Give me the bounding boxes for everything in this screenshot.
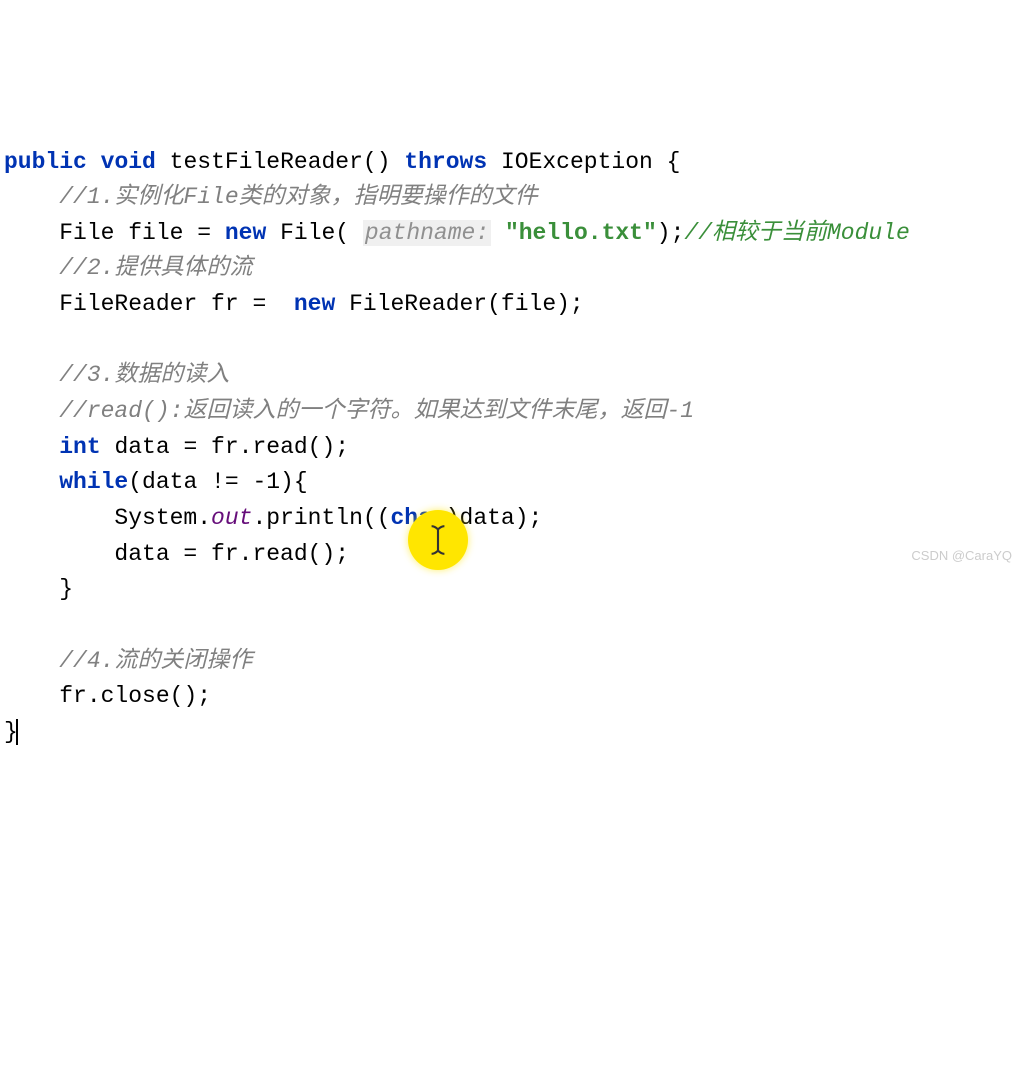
code-editor[interactable]: public void testFileReader() throws IOEx…	[4, 145, 1016, 751]
brace: {	[667, 149, 681, 175]
keyword-new: new	[225, 220, 266, 246]
code-text: .println((	[252, 505, 390, 531]
text-cursor	[16, 719, 18, 745]
field-out: out	[211, 505, 252, 531]
keyword-while: while	[59, 469, 128, 495]
code-text: data = fr.read();	[114, 541, 349, 567]
keyword-int: int	[59, 434, 100, 460]
exception-type: IOException	[501, 149, 653, 175]
text-cursor-icon	[427, 524, 449, 556]
comment-inline: //相较于当前Module	[684, 220, 909, 246]
code-text: FileReader(file);	[335, 291, 583, 317]
keyword-public: public	[4, 149, 87, 175]
comment-3b: //read():返回读入的一个字符。如果达到文件末尾，返回-1	[59, 398, 694, 424]
cursor-highlight	[408, 510, 468, 570]
keyword-throws: throws	[404, 149, 487, 175]
code-text: File(	[266, 220, 363, 246]
comment-4: //4.流的关闭操作	[59, 648, 252, 674]
method-name: testFileReader()	[170, 149, 391, 175]
code-text: );	[657, 220, 685, 246]
code-text: (data != -1){	[128, 469, 307, 495]
code-text: data = fr.read();	[101, 434, 349, 460]
keyword-new: new	[294, 291, 335, 317]
code-text: File file =	[59, 220, 225, 246]
keyword-void: void	[101, 149, 156, 175]
comment-1: //1.实例化File类的对象，指明要操作的文件	[59, 184, 537, 210]
watermark-text: CSDN @CaraYQ	[911, 546, 1012, 566]
param-hint-pathname: pathname:	[363, 220, 491, 246]
comment-3: //3.数据的读入	[59, 362, 229, 388]
code-text	[491, 220, 505, 246]
string-literal: "hello.txt"	[505, 220, 657, 246]
code-text: FileReader fr =	[59, 291, 294, 317]
code-text: System.	[114, 505, 211, 531]
comment-2: //2.提供具体的流	[59, 255, 252, 281]
code-text: fr.close();	[59, 683, 211, 709]
brace: }	[59, 576, 73, 602]
